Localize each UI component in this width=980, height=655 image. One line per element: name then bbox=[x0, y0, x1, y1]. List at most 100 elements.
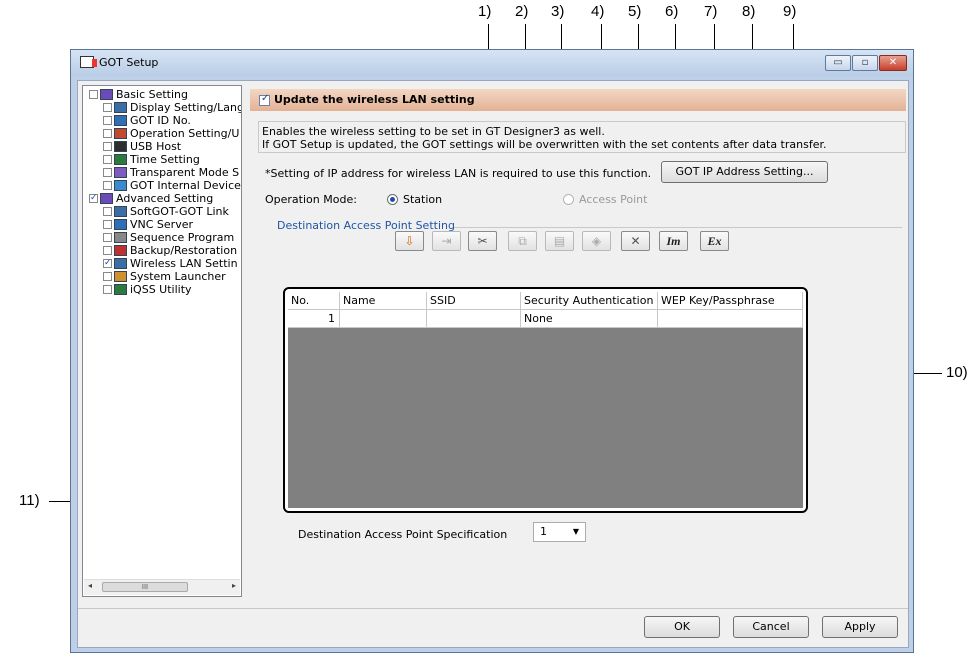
tree-checkbox[interactable] bbox=[103, 220, 112, 229]
maximize-button[interactable]: ▫ bbox=[852, 55, 878, 71]
cancel-button[interactable]: Cancel bbox=[733, 616, 809, 638]
tree-item-label: Wireless LAN Settin bbox=[130, 257, 238, 270]
ok-button[interactable]: OK bbox=[644, 616, 720, 638]
callout-8: 8) bbox=[742, 3, 756, 20]
spec-select[interactable]: 1 ▼ bbox=[533, 522, 586, 542]
tree-item-label: Time Setting bbox=[130, 153, 200, 166]
got-setup-app-icon bbox=[80, 56, 97, 68]
vnc-icon bbox=[114, 219, 127, 230]
cut-icon[interactable]: ✂ bbox=[468, 231, 497, 251]
column-header[interactable]: WEP Key/Passphrase bbox=[658, 292, 803, 310]
import-icon[interactable]: Im bbox=[659, 231, 688, 251]
insert-row-icon[interactable]: ⇥ bbox=[432, 231, 461, 251]
clock-icon bbox=[114, 154, 127, 165]
description-box: Enables the wireless setting to be set i… bbox=[258, 121, 906, 153]
scroll-left-icon[interactable]: ◂ bbox=[88, 581, 92, 590]
station-radio[interactable] bbox=[387, 194, 398, 205]
tree-checkbox[interactable] bbox=[103, 142, 112, 151]
callout-6: 6) bbox=[665, 3, 679, 20]
sequence-icon bbox=[114, 232, 127, 243]
callout-7: 7) bbox=[704, 3, 718, 20]
tree-item-label: Operation Setting/U bbox=[130, 127, 240, 140]
callout-2: 2) bbox=[515, 3, 529, 20]
tree-checkbox[interactable] bbox=[103, 103, 112, 112]
column-header[interactable]: Security Authentication bbox=[521, 292, 658, 310]
table-cell[interactable]: 1 bbox=[288, 310, 340, 328]
column-header[interactable]: No. bbox=[288, 292, 340, 310]
access-point-label: Access Point bbox=[579, 193, 648, 206]
spec-label: Destination Access Point Specification bbox=[298, 528, 508, 541]
table-cell[interactable]: None bbox=[521, 310, 658, 328]
column-header[interactable]: Name bbox=[340, 292, 427, 310]
display-icon bbox=[114, 102, 127, 113]
clear-icon[interactable]: ◈ bbox=[582, 231, 611, 251]
delete-icon[interactable]: ✕ bbox=[621, 231, 650, 251]
callout-11: 11) bbox=[19, 492, 40, 509]
utility-icon bbox=[114, 284, 127, 295]
settings-folder-icon bbox=[100, 89, 113, 100]
tree-checkbox[interactable] bbox=[89, 90, 98, 99]
tree-checkbox[interactable] bbox=[103, 233, 112, 242]
tree-checkbox[interactable] bbox=[103, 116, 112, 125]
callout-10: 10) bbox=[946, 364, 968, 381]
tree-item-label: iQSS Utility bbox=[130, 283, 192, 296]
tree-item-label: Basic Setting bbox=[116, 88, 189, 101]
tree-item-label: Sequence Program bbox=[130, 231, 235, 244]
tree-checkbox[interactable] bbox=[89, 192, 98, 204]
callout-9: 9) bbox=[783, 3, 797, 20]
tree-checkbox[interactable] bbox=[103, 155, 112, 164]
tree-checkbox[interactable] bbox=[103, 207, 112, 216]
device-icon bbox=[114, 180, 127, 191]
title-bar: GOT Setup ▭ ▫ ✕ bbox=[71, 50, 913, 76]
apply-button[interactable]: Apply bbox=[822, 616, 898, 638]
tree-checkbox[interactable] bbox=[103, 246, 112, 255]
update-wireless-checkbox[interactable] bbox=[259, 93, 270, 106]
access-point-radio[interactable] bbox=[563, 194, 574, 205]
window-title: GOT Setup bbox=[99, 56, 159, 69]
minimize-button[interactable]: ▭ bbox=[825, 55, 851, 71]
callout-3: 3) bbox=[551, 3, 565, 20]
tree-item-label: Transparent Mode S bbox=[130, 166, 240, 179]
add-row-icon[interactable]: ⇩ bbox=[395, 231, 424, 251]
tree-item-label: VNC Server bbox=[130, 218, 194, 231]
transparent-icon bbox=[114, 167, 127, 178]
tree-checkbox[interactable] bbox=[103, 257, 112, 269]
got-setup-window: GOT Setup ▭ ▫ ✕ iQSS Utility System Launc… bbox=[70, 49, 914, 653]
client-area: iQSS UtilitySystem LauncherWireless LAN … bbox=[77, 80, 909, 648]
chevron-down-icon[interactable]: ▼ bbox=[573, 523, 579, 541]
table-cell[interactable] bbox=[340, 310, 427, 328]
table-cell[interactable] bbox=[658, 310, 803, 328]
got-ip-address-setting-button[interactable]: GOT IP Address Setting... bbox=[661, 161, 828, 183]
tree-checkbox[interactable] bbox=[103, 285, 112, 294]
tree-checkbox[interactable] bbox=[103, 272, 112, 281]
section-separator bbox=[454, 227, 902, 228]
spec-value: 1 bbox=[540, 525, 547, 538]
footer-separator bbox=[78, 608, 908, 609]
close-button[interactable]: ✕ bbox=[879, 55, 907, 71]
export-icon[interactable]: Ex bbox=[700, 231, 729, 251]
tree-checkbox[interactable] bbox=[103, 129, 112, 138]
copy-icon[interactable]: ⧉ bbox=[508, 231, 537, 251]
update-setting-header: Update the wireless LAN setting bbox=[250, 89, 906, 111]
link-icon bbox=[114, 206, 127, 217]
backup-icon bbox=[114, 245, 127, 256]
access-point-table[interactable]: No. Name SSID Security Authentication WEP Ke… bbox=[288, 292, 803, 508]
scroll-thumb[interactable]: III bbox=[102, 582, 188, 592]
table-cell[interactable] bbox=[427, 310, 521, 328]
tree-item-label: GOT Internal Device bbox=[130, 179, 241, 192]
operation-mode-label: Operation Mode: bbox=[265, 193, 357, 206]
scroll-right-icon[interactable]: ▸ bbox=[232, 581, 236, 590]
settings-tree[interactable]: iQSS UtilitySystem LauncherWireless LAN … bbox=[82, 85, 242, 597]
tree-item-label: SoftGOT-GOT Link bbox=[130, 205, 229, 218]
column-header[interactable]: SSID bbox=[427, 292, 521, 310]
tree-item-label: Display Setting/Lang bbox=[130, 101, 242, 114]
tree-horizontal-scrollbar[interactable]: ◂ III ▸ bbox=[84, 579, 240, 595]
paste-icon[interactable]: ▤ bbox=[545, 231, 574, 251]
usb-icon bbox=[114, 141, 127, 152]
update-wireless-label: Update the wireless LAN setting bbox=[274, 93, 475, 106]
tree-item-label: USB Host bbox=[130, 140, 182, 153]
tree-checkbox[interactable] bbox=[103, 168, 112, 177]
ip-address-note: *Setting of IP address for wireless LAN … bbox=[265, 167, 652, 180]
station-label: Station bbox=[403, 193, 443, 206]
tree-checkbox[interactable] bbox=[103, 181, 112, 190]
